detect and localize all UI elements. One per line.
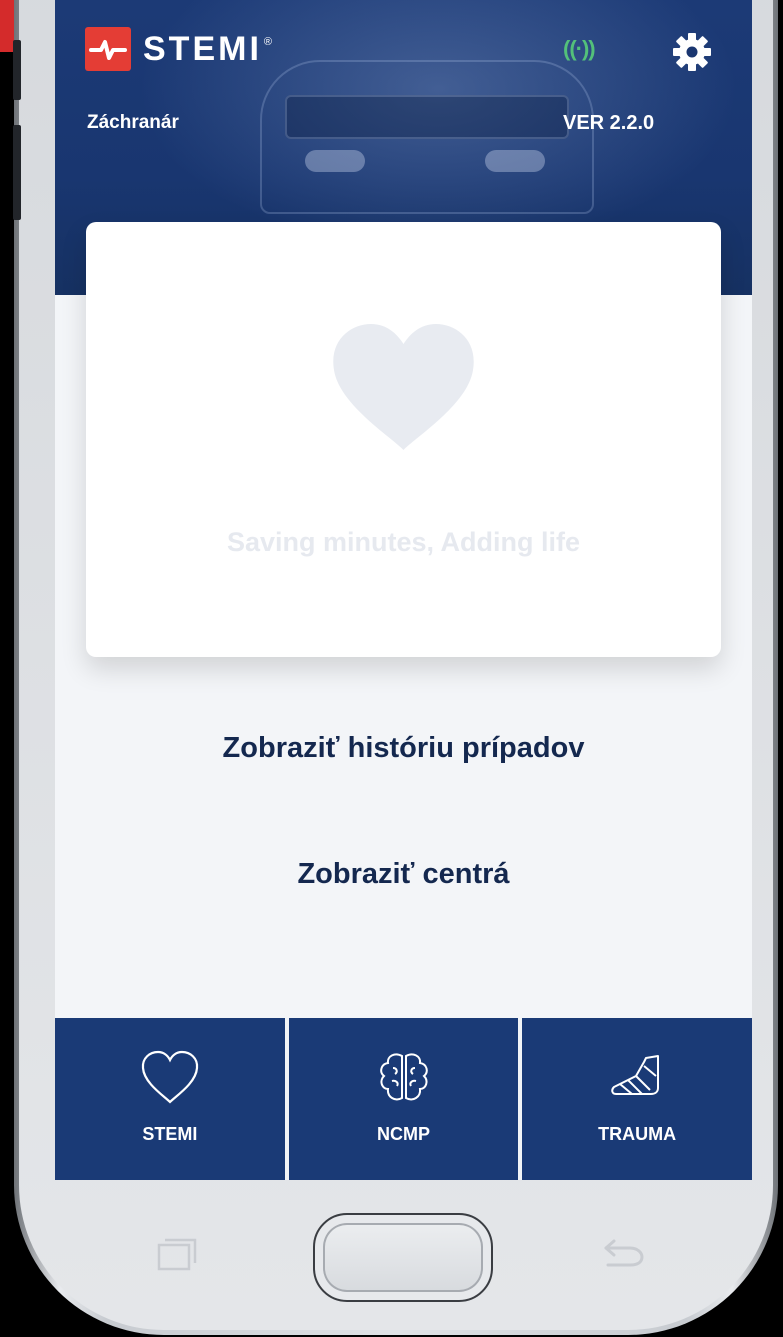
back-arrow-icon[interactable] [600, 1235, 646, 1269]
tab-label: TRAUMA [598, 1124, 677, 1144]
view-history-link[interactable]: Zobraziť históriu prípadov [55, 732, 752, 765]
view-centers-link[interactable]: Zobraziť centrá [55, 858, 752, 891]
home-button[interactable] [313, 1213, 493, 1302]
ecg-logo-icon [85, 27, 131, 71]
registered-mark: ® [263, 36, 273, 48]
tagline: Saving minutes, Adding life [226, 527, 581, 557]
user-role: Záchranár [87, 112, 179, 133]
ambulance-backdrop [285, 95, 569, 139]
app-logo: STEMI ® [85, 27, 272, 71]
bottom-tab-bar: STEMI NCMP TRAUMA [55, 1018, 752, 1180]
volume-button [13, 125, 21, 220]
ambulance-light [485, 150, 545, 172]
app-screen: STEMI ® ((·)) Záchranár VER 2.2.0 Saving… [55, 0, 752, 1180]
hero-card: Saving minutes, Adding life [86, 222, 721, 657]
ambulance-light [305, 150, 365, 172]
tab-trauma[interactable]: TRAUMA [518, 1018, 752, 1180]
volume-button [13, 40, 21, 100]
heart-icon [333, 324, 474, 450]
brain-icon [379, 1053, 428, 1101]
tab-ncmp[interactable]: NCMP [284, 1018, 519, 1180]
tab-label: STEMI [142, 1124, 198, 1144]
tab-label: NCMP [377, 1124, 430, 1144]
app-version: VER 2.2.0 [563, 112, 655, 134]
brand-name: STEMI [143, 29, 262, 68]
cast-foot-icon [611, 1055, 660, 1095]
tab-stemi[interactable]: STEMI [55, 1018, 285, 1180]
heart-icon [141, 1050, 198, 1104]
connection-signal-icon: ((·)) [563, 36, 596, 61]
recent-apps-icon[interactable] [157, 1237, 197, 1271]
settings-gear-icon[interactable] [670, 30, 714, 74]
